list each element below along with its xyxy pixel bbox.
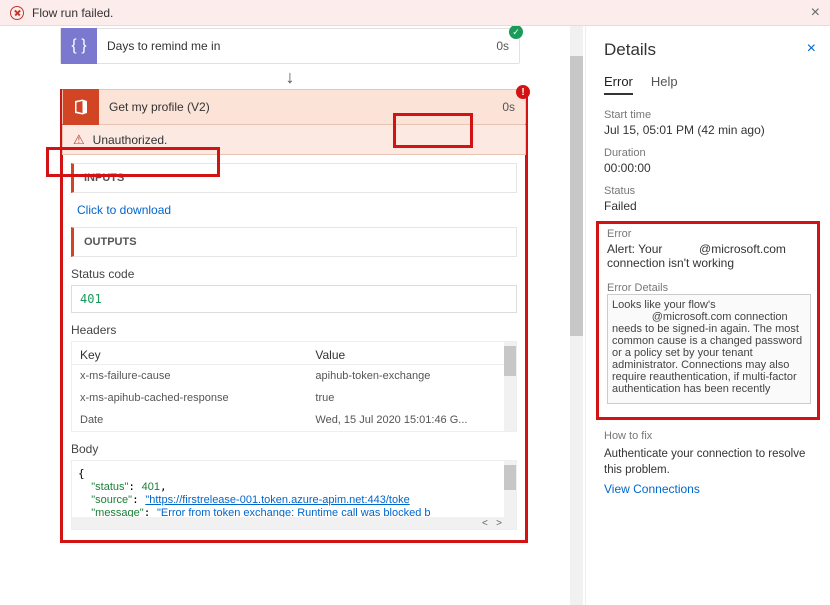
header-key: x-ms-failure-cause (80, 370, 315, 382)
office-icon (63, 89, 99, 125)
scrollbar[interactable] (504, 342, 516, 431)
header-value: apihub-token-exchange (315, 370, 508, 382)
header-value: true (315, 392, 508, 404)
duration-label: Duration (604, 147, 816, 159)
step-days-to-remind[interactable]: { } Days to remind me in 0s ✓ (60, 28, 520, 64)
highlight-unauthorized (46, 147, 220, 177)
left-scrollbar[interactable] (570, 26, 583, 605)
tab-error[interactable]: Error (604, 74, 633, 95)
col-key: Key (80, 348, 315, 362)
details-title: Details (604, 40, 816, 60)
scrollbar[interactable] (504, 461, 516, 517)
warning-icon: ⚠ (73, 132, 85, 148)
table-row: x-ms-apihub-cached-response true (72, 387, 516, 409)
details-panel: × Details Error Help Start time Jul 15, … (585, 26, 830, 605)
error-value: Alert: Your @microsoft.com connection is… (607, 242, 811, 270)
body-json: { "status": 401, "source": "https://firs… (71, 460, 517, 530)
error-text: Unauthorized. (93, 133, 168, 147)
close-icon[interactable]: × (811, 4, 820, 22)
json-url[interactable]: "https://firstrelease-001.token.azure-ap… (145, 494, 409, 506)
tab-help[interactable]: Help (651, 74, 678, 95)
header-key: Date (80, 414, 315, 426)
start-time-label: Start time (604, 109, 816, 121)
highlight-error-section: Error Alert: Your @microsoft.com connect… (596, 221, 820, 420)
step-label: Days to remind me in (97, 39, 486, 53)
error-label: Error (607, 228, 811, 240)
alert-text: Flow run failed. (32, 6, 113, 20)
col-value: Value (315, 348, 508, 362)
table-row: x-ms-failure-cause apihub-token-exchange (72, 365, 516, 387)
body-label: Body (71, 442, 517, 456)
arrow-down-icon: ↓ (60, 64, 520, 90)
status-code-value: 401 (71, 285, 517, 313)
h-scrollbar[interactable]: < > (72, 517, 516, 529)
step-label: Get my profile (V2) (99, 100, 492, 114)
error-details-label: Error Details (607, 282, 811, 294)
outputs-panel-header[interactable]: OUTPUTS (71, 227, 517, 257)
flow-canvas: { } Days to remind me in 0s ✓ ↓ Get my p… (0, 26, 585, 605)
status-code-label: Status code (71, 267, 517, 281)
start-time-value: Jul 15, 05:01 PM (42 min ago) (604, 123, 816, 137)
error-badge-icon: ! (516, 85, 530, 99)
status-label: Status (604, 185, 816, 197)
step-timing: 0s (486, 39, 519, 53)
status-value: Failed (604, 199, 816, 213)
view-connections-link[interactable]: View Connections (604, 482, 700, 496)
header-key: x-ms-apihub-cached-response (80, 392, 315, 404)
table-row: Date Wed, 15 Jul 2020 15:01:46 G... (72, 409, 516, 431)
close-icon[interactable]: × (807, 40, 816, 58)
how-to-fix-label: How to fix (604, 430, 816, 442)
duration-value: 00:00:00 (604, 161, 816, 175)
how-to-fix-text: Authenticate your connection to resolve … (604, 446, 816, 478)
alert-bar: Flow run failed. × (0, 0, 830, 26)
json-key: "source" (91, 494, 132, 506)
header-value: Wed, 15 Jul 2020 15:01:46 G... (315, 414, 508, 426)
headers-table: Key Value x-ms-failure-cause apihub-toke… (71, 341, 517, 432)
download-inputs-link[interactable]: Click to download (77, 203, 525, 217)
tabs: Error Help (604, 74, 816, 95)
error-circle-icon (10, 6, 24, 20)
highlight-timing (393, 113, 473, 148)
braces-icon: { } (61, 28, 97, 64)
headers-label: Headers (71, 323, 517, 337)
json-key: "status" (91, 481, 128, 493)
error-details-textarea[interactable] (607, 294, 811, 404)
json-number: 401 (142, 481, 160, 493)
success-badge-icon: ✓ (509, 26, 523, 39)
